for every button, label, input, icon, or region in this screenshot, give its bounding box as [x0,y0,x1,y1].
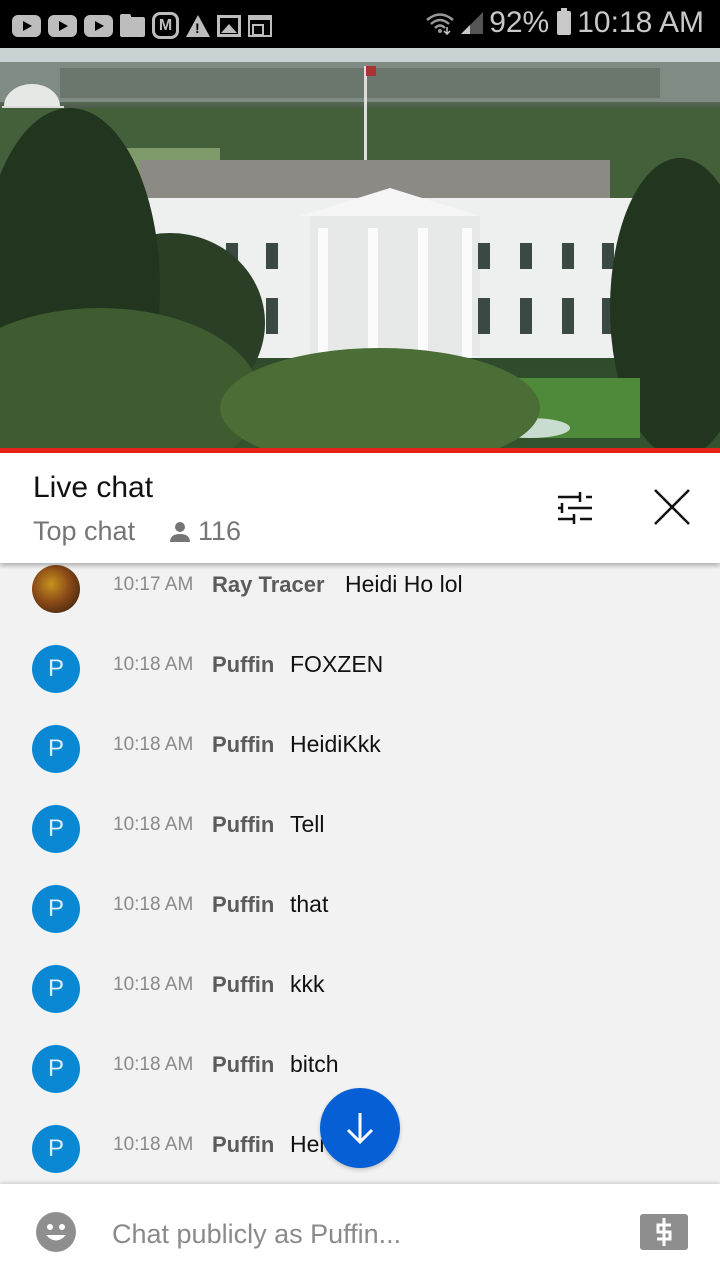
chat-filter-button[interactable] [548,483,604,533]
folder-icon [120,13,145,37]
message-author[interactable]: Puffin [212,652,274,678]
avatar[interactable]: P [32,1045,80,1093]
m-app-icon: M [152,12,179,39]
super-chat-button[interactable] [640,1214,688,1250]
message-timestamp: 10:18 AM [113,974,194,995]
message-timestamp: 10:18 AM [113,654,194,675]
emoji-button[interactable] [36,1212,76,1252]
avatar[interactable]: P [32,1125,80,1173]
message-text: Hei [290,1131,325,1157]
avatar[interactable]: P [32,725,80,773]
signal-icon [461,12,484,34]
message-text: Heidi Ho lol [345,571,463,597]
chat-mode-dropdown[interactable]: Top chat [33,516,135,547]
avatar[interactable] [32,565,80,613]
message-text: bitch [290,1051,339,1077]
chat-input-bar [0,1184,720,1280]
tune-icon [558,492,592,524]
avatar[interactable]: P [32,885,80,933]
chat-message[interactable]: 10:17 AM Ray Tracer Heidi Ho lol [0,565,720,649]
message-text: Tell [290,811,325,837]
message-timestamp: 10:18 AM [113,814,194,835]
message-timestamp: 10:18 AM [113,1134,194,1155]
message-timestamp: 10:18 AM [113,734,194,755]
chat-message[interactable]: P 10:18 AM Puffin that [0,885,720,969]
message-author[interactable]: Puffin [212,732,274,758]
notification-icons: M [12,12,272,39]
youtube-icon [12,14,41,37]
message-text: kkk [290,971,325,997]
chat-message-input[interactable] [112,1214,612,1254]
message-author[interactable]: Puffin [212,812,274,838]
battery-icon [557,8,572,35]
youtube-icon [84,14,113,37]
avatar[interactable]: P [32,965,80,1013]
battery-percent: 92% [489,6,550,39]
clock: 10:18 AM [577,6,704,39]
message-author[interactable]: Puffin [212,1052,274,1078]
video-player[interactable] [0,48,720,450]
viewer-count: 116 [168,516,241,547]
image-icon [217,14,241,37]
emoji-icon [36,1212,76,1252]
message-author[interactable]: Puffin [212,1132,274,1158]
message-author[interactable]: Puffin [212,892,274,918]
message-timestamp: 10:18 AM [113,894,194,915]
video-frame [0,48,720,450]
chat-title: Live chat [33,471,154,504]
avatar[interactable]: P [32,805,80,853]
message-text: HeidiKkk [290,731,381,757]
scroll-to-bottom-button[interactable] [320,1088,400,1168]
chat-message[interactable]: P 10:18 AM Puffin kkk [0,965,720,1049]
message-timestamp: 10:17 AM [113,574,194,595]
live-chat-header: Live chat Top chat 116 [0,453,720,563]
chat-message[interactable]: P 10:18 AM Puffin FOXZEN [0,645,720,729]
chat-message[interactable]: P 10:18 AM Puffin Tell [0,805,720,889]
viewer-count-value: 116 [198,516,242,546]
arrow-down-icon [346,1113,374,1145]
avatar[interactable]: P [32,645,80,693]
person-icon [170,521,190,542]
warning-icon [186,14,210,37]
message-author[interactable]: Ray Tracer [212,572,325,598]
youtube-icon [48,14,77,37]
wifi-icon [426,13,454,35]
status-bar: M 92% 10:18 AM [0,0,720,48]
message-text: FOXZEN [290,651,384,677]
close-icon [654,489,690,525]
message-timestamp: 10:18 AM [113,1054,194,1075]
dollar-icon [656,1218,672,1246]
news-icon [248,14,272,37]
message-author[interactable]: Puffin [212,972,274,998]
message-text: that [290,891,329,917]
close-chat-button[interactable] [644,479,700,535]
chat-message[interactable]: P 10:18 AM Puffin HeidiKkk [0,725,720,809]
